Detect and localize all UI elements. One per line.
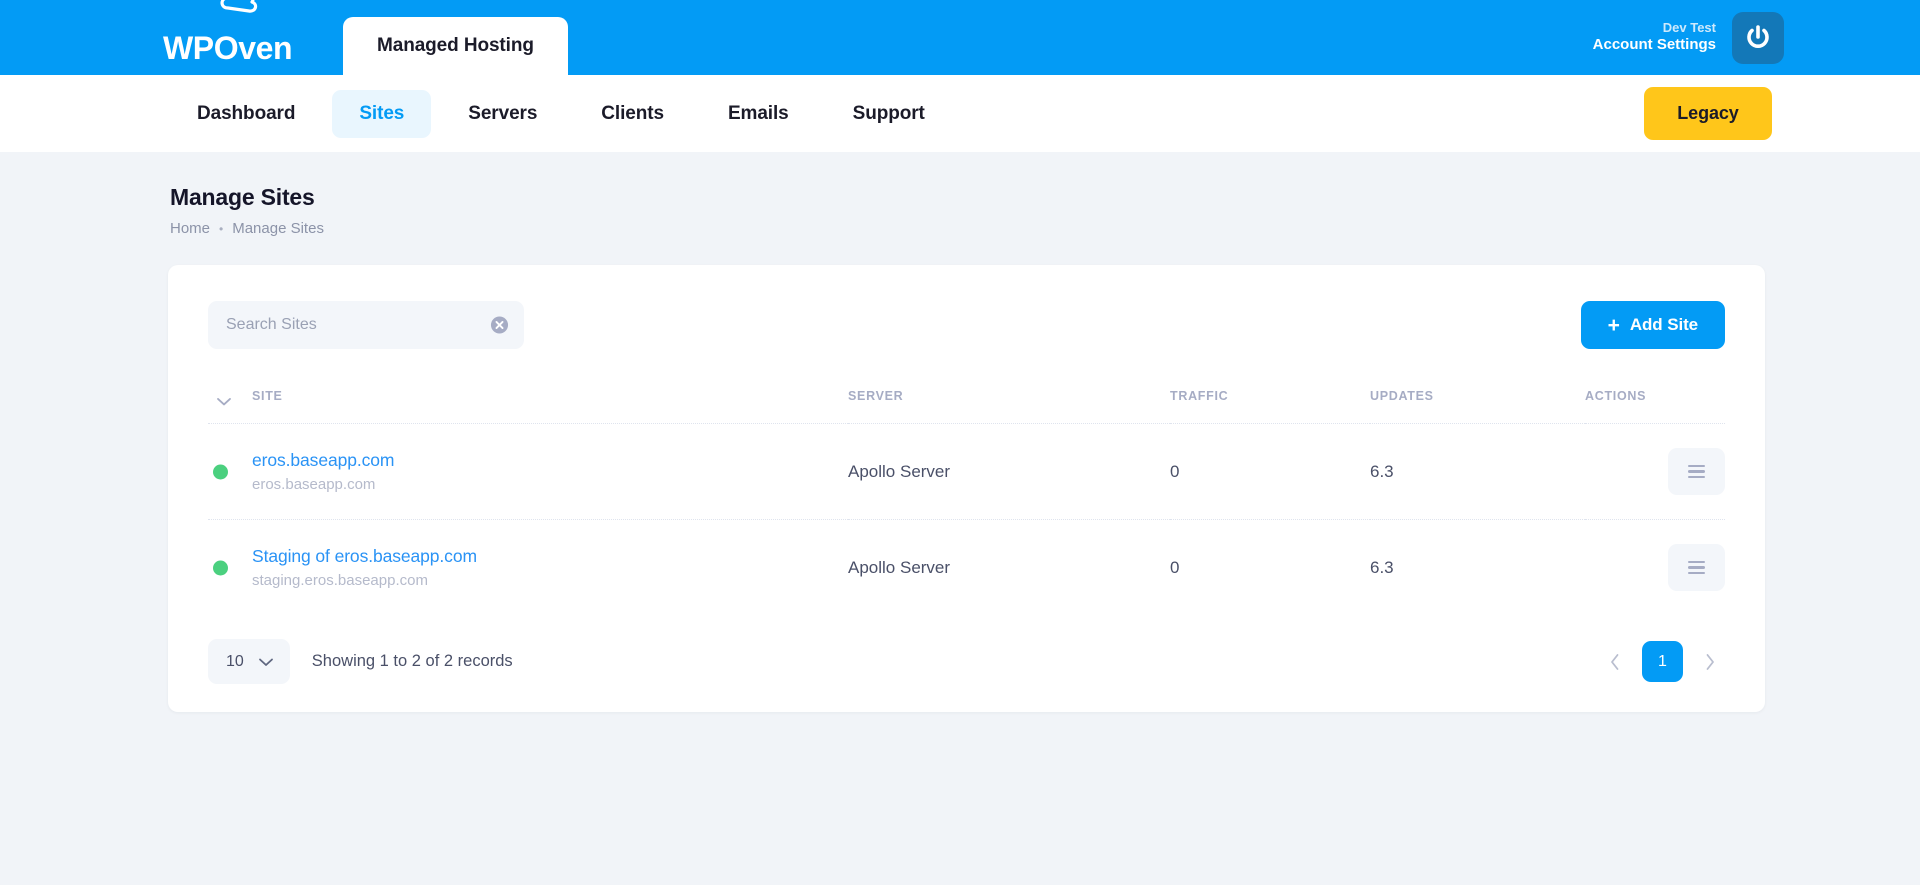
column-header-actions: ACTIONS [1585,375,1725,424]
actions-cell [1585,423,1725,520]
server-cell: Apollo Server [848,557,951,577]
status-badge [213,560,228,575]
table-header-row: SITE SERVER TRAFFIC UPDATES ACTIONS [208,375,1725,424]
pagination-prev-button[interactable] [1600,644,1630,680]
main-navigation: Dashboard Sites Servers Clients Emails S… [0,75,1920,152]
breadcrumb-home[interactable]: Home [170,220,210,237]
top-brand-bar: WPOven Managed Hosting Dev Test Account … [0,0,1920,75]
search-input[interactable] [208,301,524,349]
legacy-button[interactable]: Legacy [1644,87,1772,140]
brand-logo-text: WPOven [163,30,293,66]
table-row[interactable]: eros.baseapp.com eros.baseapp.com Apollo… [208,423,1725,520]
table-body: eros.baseapp.com eros.baseapp.com Apollo… [208,423,1725,616]
nav-item-support[interactable]: Support [826,90,952,138]
column-header-traffic[interactable]: TRAFFIC [1170,375,1370,424]
chevron-left-icon [1611,653,1619,670]
nav-item-dashboard[interactable]: Dashboard [170,90,322,138]
site-name-link[interactable]: Staging of eros.baseapp.com [252,546,477,567]
account-text: Dev Test Account Settings [1593,20,1716,55]
table-header: SITE SERVER TRAFFIC UPDATES ACTIONS [208,375,1725,424]
plus-icon: + [1607,313,1620,337]
add-site-button[interactable]: + Add Site [1580,301,1725,349]
breadcrumb-current: Manage Sites [232,220,324,237]
nav-item-servers[interactable]: Servers [441,90,564,138]
nav-item-emails[interactable]: Emails [701,90,816,138]
card-toolbar: + Add Site [208,301,1725,349]
page-title: Manage Sites [170,184,315,210]
power-gravatar-icon [1747,24,1769,48]
chevron-down-icon [258,658,273,666]
records-count-text: Showing 1 to 2 of 2 records [311,652,513,670]
sites-card: + Add Site SITE SERVER TRAFFIC UPDATES A… [168,265,1765,712]
hamburger-menu-icon [1688,464,1705,479]
account-area[interactable]: Dev Test Account Settings [1593,11,1784,64]
column-header-updates[interactable]: UPDATES [1370,375,1585,424]
close-circle-icon[interactable] [490,316,509,335]
wpoven-logo[interactable]: WPOven [163,0,293,66]
server-cell: Apollo Server [848,423,1170,520]
actions-cell [1585,520,1725,616]
nav-items: Dashboard Sites Servers Clients Emails S… [170,89,952,138]
pagination-next-button[interactable] [1695,644,1725,680]
table-row[interactable]: Staging of eros.baseapp.com staging.eros… [208,520,1725,616]
account-settings-label: Account Settings [1592,36,1716,54]
updates-cell: 6.3 [1370,557,1394,577]
chevron-down-icon[interactable] [216,395,232,407]
nav-item-clients[interactable]: Clients [574,90,691,138]
site-name-link[interactable]: eros.baseapp.com [252,450,394,471]
updates-cell: 6.3 [1370,423,1585,520]
traffic-cell: 0 [1170,423,1370,520]
account-name: Dev Test [1662,20,1716,35]
site-cell: eros.baseapp.com eros.baseapp.com [208,423,848,520]
sites-table: SITE SERVER TRAFFIC UPDATES ACTIONS eros… [208,375,1725,615]
chevron-right-icon [1706,653,1714,670]
table-footer: 10 Showing 1 to 2 of 2 records 1 [208,639,1725,684]
column-header-site-label: SITE [252,389,283,403]
cloud-icon [220,0,258,13]
breadcrumb: Home • Manage Sites [170,220,1920,237]
search-wrapper [208,301,524,349]
row-actions-button[interactable] [1668,544,1725,591]
avatar[interactable] [1732,11,1784,64]
page-header: Manage Sites Home • Manage Sites [0,152,1920,237]
site-domain: eros.baseapp.com [252,476,376,493]
add-site-label: Add Site [1629,315,1698,334]
tab-managed-hosting[interactable]: Managed Hosting [343,17,568,75]
traffic-cell: 0 [1170,557,1180,577]
page-size-select[interactable]: 10 [208,639,290,684]
row-actions-button[interactable] [1668,448,1725,495]
breadcrumb-separator: • [219,221,224,236]
status-badge [213,464,228,479]
footer-left: 10 Showing 1 to 2 of 2 records [208,639,513,684]
hamburger-menu-icon [1688,560,1705,575]
tab-strip: Managed Hosting [343,17,568,75]
site-domain: staging.eros.baseapp.com [252,572,428,589]
pagination: 1 [1600,641,1725,682]
column-header-site[interactable]: SITE [208,375,848,424]
pagination-page-1[interactable]: 1 [1642,641,1683,682]
column-header-server[interactable]: SERVER [848,375,1170,424]
nav-item-sites[interactable]: Sites [332,89,432,138]
site-cell: Staging of eros.baseapp.com staging.eros… [208,520,848,616]
page-size-value: 10 [226,652,244,670]
